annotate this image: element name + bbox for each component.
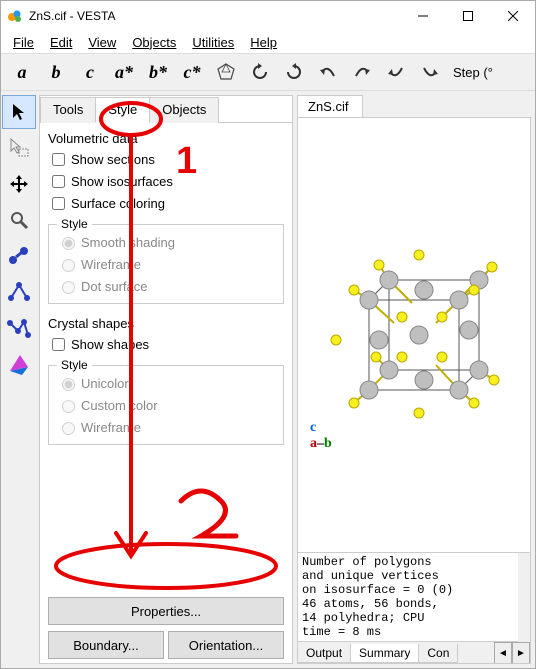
close-icon [508, 11, 518, 21]
step-label: Step (° [453, 65, 493, 80]
cs-wireframe-label: Wireframe [81, 420, 141, 435]
cs-style-legend: Style [57, 358, 92, 372]
file-tab[interactable]: ZnS.cif [297, 95, 363, 117]
zoom-tool[interactable] [2, 203, 36, 237]
unicolor-radio [62, 378, 75, 391]
boundary-button[interactable]: Boundary... [48, 631, 164, 659]
move-icon [9, 174, 29, 194]
log-area: Number of polygons and unique vertices o… [298, 552, 530, 663]
log-tab-comment[interactable]: Con [418, 644, 458, 663]
dihedral-icon [6, 315, 32, 341]
model-canvas[interactable]: c a–b [298, 118, 530, 552]
pointer-icon [9, 102, 29, 122]
close-button[interactable] [490, 1, 535, 31]
show-isosurfaces-check[interactable] [52, 175, 65, 188]
titlebar: ZnS.cif - VESTA [1, 1, 535, 31]
viewport: c a–b Number of polygons and unique vert… [297, 117, 531, 664]
tab-objects[interactable]: Objects [149, 97, 219, 123]
left-tabs: Tools Style Objects [40, 96, 292, 122]
bond-icon [8, 245, 30, 267]
vol-style-legend: Style [57, 217, 92, 231]
menu-objects[interactable]: Objects [124, 33, 184, 52]
tab-style[interactable]: Style [95, 97, 150, 123]
show-isosurfaces-label: Show isosurfaces [71, 174, 173, 189]
vertical-toolbar [1, 91, 37, 668]
angle-tool[interactable] [2, 275, 36, 309]
custom-color-radio [62, 400, 75, 413]
log-tab-scroll-right[interactable]: ► [512, 642, 530, 664]
arrow-right-curve2-icon[interactable] [413, 56, 447, 88]
menu-view[interactable]: View [80, 33, 124, 52]
rotate-cw-icon[interactable] [277, 56, 311, 88]
axis-cstar-button[interactable]: c* [175, 56, 209, 88]
minimize-button[interactable] [400, 1, 445, 31]
log-tab-scroll-left[interactable]: ◄ [494, 642, 512, 664]
unicolor-label: Unicolor [81, 376, 129, 391]
move-tool[interactable] [2, 167, 36, 201]
select-tool[interactable] [2, 131, 36, 165]
crystal-shapes-title: Crystal shapes [48, 316, 284, 331]
toolbar: a b c a* b* c* Step (° [1, 53, 535, 91]
arrow-right-curve-icon[interactable] [345, 56, 379, 88]
maximize-icon [463, 11, 473, 21]
surface-coloring-label: Surface coloring [71, 196, 165, 211]
pointer-tool[interactable] [2, 95, 36, 129]
window-title: ZnS.cif - VESTA [29, 9, 400, 23]
orientation-button[interactable]: Orientation... [168, 631, 284, 659]
show-sections-label: Show sections [71, 152, 155, 167]
app-icon [7, 8, 23, 24]
menu-utilities[interactable]: Utilities [184, 33, 242, 52]
wireframe-radio [62, 259, 75, 272]
show-shapes-label: Show shapes [71, 337, 149, 352]
surface-coloring-check[interactable] [52, 197, 65, 210]
log-scrollbar[interactable] [518, 553, 530, 642]
minimize-icon [418, 11, 428, 21]
magnifier-icon [9, 210, 29, 230]
volumetric-title: Volumetric data [48, 131, 284, 146]
axis-c-button[interactable]: c [73, 56, 107, 88]
maximize-button[interactable] [445, 1, 490, 31]
plane-tool[interactable] [2, 347, 36, 381]
axis-b-button[interactable]: b [39, 56, 73, 88]
axis-a-button[interactable]: a [5, 56, 39, 88]
log-tab-output[interactable]: Output [297, 644, 351, 663]
dihedral-tool[interactable] [2, 311, 36, 345]
menu-help[interactable]: Help [242, 33, 285, 52]
log-tab-summary[interactable]: Summary [350, 644, 419, 663]
right-panel: ZnS.cif [297, 95, 531, 664]
left-panel: Tools Style Objects Volumetric data Show… [39, 95, 293, 664]
menubar: File Edit View Objects Utilities Help [1, 31, 535, 53]
tab-tools[interactable]: Tools [40, 97, 96, 123]
properties-button[interactable]: Properties... [48, 597, 284, 625]
style-panel: Volumetric data Show sections Show isosu… [40, 122, 292, 663]
rotate-ccw-icon[interactable] [243, 56, 277, 88]
poly-icon[interactable] [209, 56, 243, 88]
axes-indicator: c a–b [310, 420, 332, 452]
select-icon [8, 137, 30, 159]
arrow-left-curve2-icon[interactable] [379, 56, 413, 88]
custom-color-label: Custom color [81, 398, 158, 413]
axis-bstar-button[interactable]: b* [141, 56, 175, 88]
crystal-model [324, 245, 504, 425]
cs-wireframe-radio [62, 422, 75, 435]
smooth-shading-label: Smooth shading [81, 235, 175, 250]
wireframe-label: Wireframe [81, 257, 141, 272]
arrow-left-curve-icon[interactable] [311, 56, 345, 88]
smooth-shading-radio [62, 237, 75, 250]
show-sections-check[interactable] [52, 153, 65, 166]
angle-icon [7, 280, 31, 304]
axis-astar-button[interactable]: a* [107, 56, 141, 88]
show-shapes-check[interactable] [52, 338, 65, 351]
menu-file[interactable]: File [5, 33, 42, 52]
log-text: Number of polygons and unique vertices o… [298, 553, 530, 642]
dot-surface-radio [62, 281, 75, 294]
dot-surface-label: Dot surface [81, 279, 147, 294]
plane-icon [8, 353, 30, 375]
menu-edit[interactable]: Edit [42, 33, 80, 52]
bond-tool[interactable] [2, 239, 36, 273]
